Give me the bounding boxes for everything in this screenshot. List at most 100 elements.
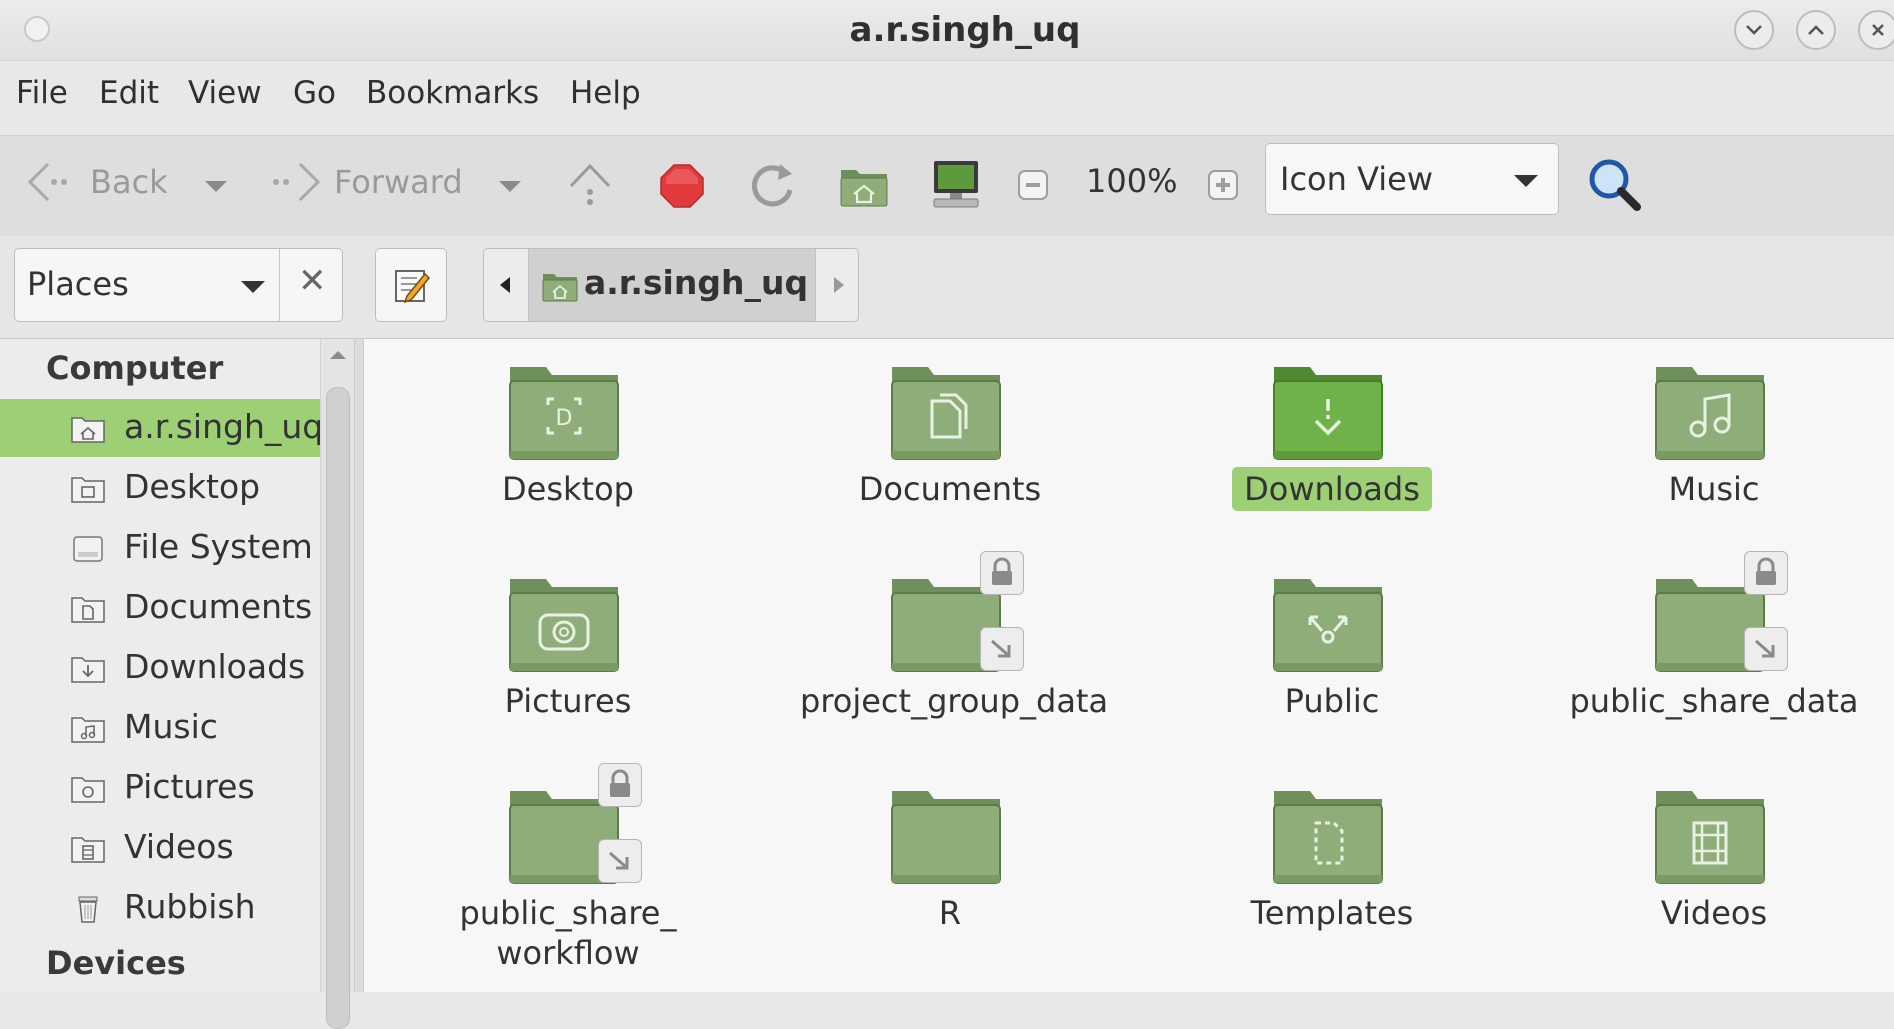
sidebar-scrollbar[interactable]: [320, 339, 355, 1029]
breadcrumb: a.r.singh_uq: [483, 248, 859, 322]
home-button[interactable]: [836, 158, 892, 214]
zoom-out-icon: [1018, 170, 1048, 200]
symlink-arrow-icon: [1744, 627, 1788, 671]
back-history-dropdown[interactable]: [202, 176, 230, 196]
symlink-arrow-icon: [598, 839, 642, 883]
back-button[interactable]: Back: [24, 158, 168, 206]
sidebar-item-home[interactable]: a.r.singh_uq: [0, 399, 323, 457]
scrollbar-thumb[interactable]: [326, 387, 350, 1029]
lock-icon: [598, 763, 642, 807]
close-sidebar-icon[interactable]: ✕: [298, 261, 327, 301]
menu-view[interactable]: View: [184, 75, 266, 111]
sidebar-heading-computer: Computer: [46, 349, 224, 387]
file-item-documents[interactable]: Documents: [800, 359, 1100, 509]
music-folder-icon: [1655, 367, 1765, 460]
sidebar-places-select[interactable]: Places ✕: [14, 248, 343, 322]
sidebar-item-documents[interactable]: Documents: [0, 579, 320, 637]
drive-icon: [73, 536, 103, 562]
sidebar-item-file-system[interactable]: File System: [0, 519, 320, 577]
toolbar: Back Forward 100%: [0, 135, 1894, 237]
menu-bookmarks[interactable]: Bookmarks: [362, 75, 543, 111]
file-item-public-share-workflow[interactable]: public_share_ workflow: [418, 763, 718, 983]
sidebar-item-videos[interactable]: Videos: [0, 819, 320, 877]
breadcrumb-right-button[interactable]: [816, 249, 860, 321]
zoom-level: 100%: [1086, 162, 1178, 200]
up-arrow-icon: [569, 163, 611, 205]
home-folder-icon: [840, 170, 888, 207]
file-item-project-group-data[interactable]: project_group_data: [800, 551, 1108, 721]
folder-icon: [891, 791, 1001, 884]
file-item-pictures[interactable]: Pictures: [418, 571, 718, 721]
stop-button[interactable]: [656, 160, 708, 212]
sidebar-item-desktop[interactable]: Desktop: [0, 459, 320, 517]
reload-icon: [752, 164, 793, 207]
chevron-down-icon: [241, 281, 265, 293]
close-button[interactable]: [1858, 10, 1894, 50]
zoom-out-button[interactable]: [1016, 168, 1050, 202]
file-item-public[interactable]: Public: [1182, 571, 1482, 721]
sidebar-heading-devices: Devices: [46, 944, 186, 982]
minimize-button[interactable]: [1734, 10, 1774, 50]
search-button[interactable]: [1582, 152, 1648, 218]
menu-bar: File Edit View Go Bookmarks Help: [0, 61, 1894, 135]
toggle-location-entry-button[interactable]: [375, 248, 447, 322]
menu-file[interactable]: File: [12, 75, 72, 111]
lock-icon: [1744, 551, 1788, 595]
title-bar: a.r.singh_uq: [0, 0, 1894, 61]
back-arrow-icon: [27, 162, 67, 202]
search-icon: [1589, 159, 1641, 211]
breadcrumb-home[interactable]: a.r.singh_uq: [528, 249, 816, 321]
file-grid: D Desktop Documents Downloads Music Pict…: [364, 339, 1894, 992]
documents-folder-icon: [891, 367, 1001, 460]
zoom-in-button[interactable]: [1206, 168, 1240, 202]
menu-help[interactable]: Help: [566, 75, 645, 111]
menu-go[interactable]: Go: [289, 75, 340, 111]
computer-icon: [933, 161, 979, 208]
file-item-templates[interactable]: Templates: [1182, 783, 1482, 933]
sidebar-item-music[interactable]: Music: [0, 699, 320, 757]
file-item-music[interactable]: Music: [1564, 359, 1864, 509]
lock-icon: [980, 551, 1024, 595]
public-folder-icon: [1273, 579, 1383, 672]
chevron-down-icon: [1514, 175, 1538, 187]
sidebar: Computer a.r.singh_uq Desktop File Syste…: [0, 339, 362, 992]
computer-button[interactable]: [926, 154, 986, 214]
music-folder-icon: [71, 717, 105, 743]
chevron-right-icon: [834, 277, 844, 293]
chevron-left-icon: [500, 277, 510, 293]
up-button[interactable]: [562, 156, 618, 216]
sidebar-item-rubbish[interactable]: Rubbish: [0, 879, 320, 937]
view-mode-select[interactable]: Icon View: [1265, 143, 1559, 215]
desktop-folder-icon: D: [509, 367, 619, 460]
forward-arrow-icon: [273, 162, 321, 202]
window-title: a.r.singh_uq: [849, 10, 1081, 50]
forward-history-dropdown[interactable]: [496, 176, 524, 196]
file-item-videos[interactable]: Videos: [1564, 783, 1864, 933]
pictures-folder-icon: [71, 777, 105, 803]
symlink-arrow-icon: [980, 627, 1024, 671]
edit-icon: [395, 270, 431, 304]
home-folder-icon: [71, 417, 105, 443]
file-item-public-share-data[interactable]: public_share_data: [1564, 551, 1864, 721]
svg-text:D: D: [556, 406, 573, 431]
videos-folder-icon: [71, 837, 105, 863]
menu-edit[interactable]: Edit: [95, 75, 163, 111]
sidebar-item-pictures[interactable]: Pictures: [0, 759, 320, 817]
trash-icon: [78, 896, 98, 923]
stop-icon: [660, 164, 704, 208]
videos-folder-icon: [1655, 791, 1765, 884]
home-folder-icon: [542, 274, 578, 302]
pane-divider[interactable]: [354, 339, 364, 992]
divider: [279, 249, 280, 321]
scroll-up-icon[interactable]: [330, 351, 346, 359]
forward-button[interactable]: Forward: [268, 158, 463, 206]
breadcrumb-left-button[interactable]: [484, 249, 528, 321]
file-item-r[interactable]: R: [800, 783, 1100, 933]
pictures-folder-icon: [509, 579, 619, 672]
reload-button[interactable]: [744, 158, 800, 214]
maximize-button[interactable]: [1796, 10, 1836, 50]
sidebar-item-downloads[interactable]: Downloads: [0, 639, 320, 697]
file-item-downloads[interactable]: Downloads: [1182, 359, 1482, 511]
zoom-in-icon: [1208, 170, 1238, 200]
file-item-desktop[interactable]: D Desktop: [418, 359, 718, 509]
